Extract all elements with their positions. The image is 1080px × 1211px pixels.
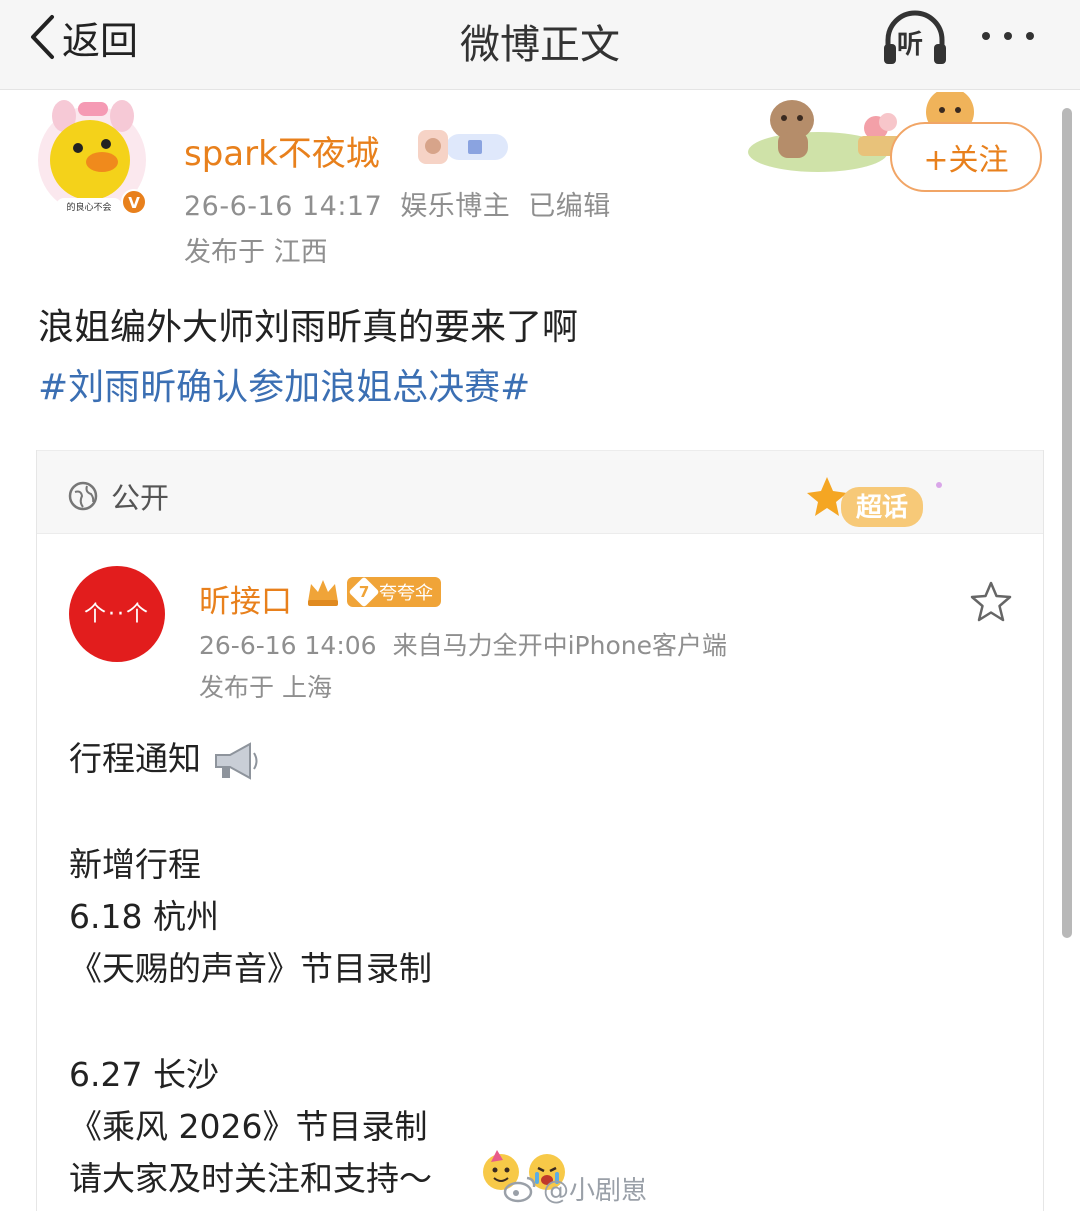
card-avatar-text: 个··个 <box>84 602 150 627</box>
star-icon[interactable] <box>969 580 1013 624</box>
fan-level-number-wrap: 7 <box>348 576 380 608</box>
listen-label: 听 <box>897 30 924 60</box>
watermark-text: @小剧崽 <box>543 1176 648 1206</box>
card-author-name[interactable]: 昕接口 <box>199 576 292 621</box>
card-header: 公开 超话 <box>37 450 1043 534</box>
card-text-line: 行程通知 <box>69 732 260 781</box>
fan-level-number: 7 <box>358 583 370 601</box>
card-post-meta: 26-6-16 14:06 来自马力全开中iPhone客户端 <box>199 626 743 662</box>
scrollbar[interactable] <box>1062 108 1072 938</box>
crown-icon <box>308 580 338 606</box>
post-time: 26-6-16 14:17 <box>184 191 383 222</box>
card-line-text: 行程通知 <box>69 739 201 778</box>
post-edited-flag: 已编辑 <box>528 191 611 222</box>
weibo-logo-icon <box>503 1176 536 1202</box>
card-post-time: 26-6-16 14:06 <box>199 631 377 660</box>
post-text: 浪姐编外大师刘雨昕真的要来了啊 <box>38 307 579 348</box>
card-text-line: 6.27 长沙 <box>69 1055 219 1094</box>
post-topic-link[interactable]: #刘雨昕确认参加浪姐总决赛# <box>38 358 530 410</box>
post-author-name[interactable]: spark不夜城 <box>184 126 380 175</box>
supertopic-icon: 超话 <box>807 477 942 527</box>
card-author-badges: 7 夸夸伞 <box>305 576 441 608</box>
user-avatar[interactable]: 的良心不会 V <box>34 100 150 218</box>
watermark: @小剧崽 <box>503 1170 647 1207</box>
embedded-post-card: 公开 超话 个··个 昕接口 7 夸夸伞 26-6-16 14:06 来自马力全开… <box>36 450 1044 1211</box>
user-level-badge <box>418 130 508 164</box>
fan-badge-text: 夸夸伞 <box>379 583 433 604</box>
card-post-location: 发布于 上海 <box>199 673 332 702</box>
verified-badge: V <box>128 194 140 212</box>
visibility-label: 公开 <box>111 481 170 515</box>
post-meta: 26-6-16 14:17 娱乐博主 已编辑 <box>184 184 629 223</box>
post-author-role: 娱乐博主 <box>400 191 511 222</box>
more-dot <box>1026 32 1034 40</box>
more-button[interactable] <box>982 24 1052 48</box>
card-text-line: 新增行程 <box>69 845 201 884</box>
card-text-line: 6.18 杭州 <box>69 897 219 936</box>
fan-level-badge: 7 夸夸伞 <box>347 576 441 608</box>
more-dot <box>1004 32 1012 40</box>
top-nav-bar: 返回 微博正文 听 <box>0 0 1080 90</box>
globe-icon <box>68 481 98 511</box>
card-author-avatar[interactable]: 个··个 <box>69 566 165 662</box>
card-text-line: 《天赐的声音》节目录制 <box>69 949 432 988</box>
post-location: 发布于 江西 <box>184 237 328 268</box>
visibility-label-row: 公开 <box>67 475 169 517</box>
megaphone-icon <box>214 741 257 780</box>
card-text-line: 《乘风 2026》节目录制 <box>69 1107 428 1146</box>
card-post-source: 来自马力全开中iPhone客户端 <box>392 631 727 660</box>
listen-button[interactable]: 听 <box>880 8 950 68</box>
more-dot <box>982 32 990 40</box>
supertopic-label: 超话 <box>856 493 908 523</box>
card-text-line: 请大家及时关注和支持～ <box>69 1152 432 1200</box>
follow-button[interactable]: +关注 <box>890 122 1042 192</box>
supertopic-button[interactable]: 超话 <box>805 473 955 543</box>
avatar-caption: 的良心不会 <box>66 201 111 213</box>
card-line-text: 请大家及时关注和支持～ <box>69 1159 432 1198</box>
